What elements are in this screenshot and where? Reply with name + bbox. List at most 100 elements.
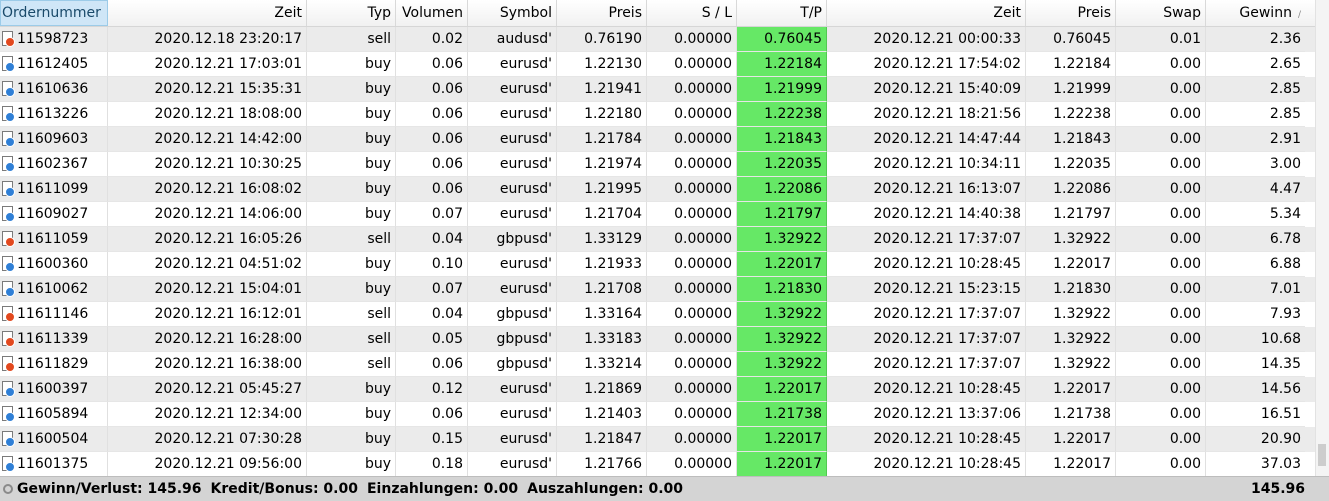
- row-order-cell[interactable]: 11609027: [0, 202, 108, 227]
- row-order-cell[interactable]: 11613226: [0, 102, 108, 127]
- table-row[interactable]: 11605894 2020.12.21 12:34:00 buy 0.06 eurusd…: [0, 402, 1316, 427]
- row-open-time: 2020.12.21 17:03:01: [108, 52, 307, 77]
- row-order-cell[interactable]: 11605894: [0, 402, 108, 427]
- row-profit: 6.78: [1206, 227, 1305, 252]
- row-symbol: gbpusd': [468, 352, 557, 377]
- col-header-profit[interactable]: Gewinn ∕: [1206, 0, 1305, 26]
- table-row[interactable]: 11611099 2020.12.21 16:08:02 buy 0.06 eurusd…: [0, 177, 1316, 202]
- row-order-cell[interactable]: 11611339: [0, 327, 108, 352]
- col-header-swap[interactable]: Swap: [1116, 0, 1206, 26]
- row-type: buy: [307, 52, 396, 77]
- col-header-close-time[interactable]: Zeit: [827, 0, 1026, 26]
- row-order-number: 11611059: [17, 230, 89, 247]
- row-order-cell[interactable]: 11602367: [0, 152, 108, 177]
- row-volume: 0.12: [396, 377, 468, 402]
- row-profit: 2.91: [1206, 127, 1305, 152]
- order-buy-icon: [2, 456, 15, 472]
- row-order-number: 11610062: [17, 280, 89, 297]
- row-open-time: 2020.12.21 10:30:25: [108, 152, 307, 177]
- table-row[interactable]: 11610062 2020.12.21 15:04:01 buy 0.07 eurusd…: [0, 277, 1316, 302]
- row-swap: 0.00: [1116, 302, 1206, 327]
- row-order-cell[interactable]: 11609603: [0, 127, 108, 152]
- row-order-cell[interactable]: 11598723: [0, 27, 108, 52]
- order-sell-icon: [2, 31, 15, 47]
- credit-summary: Kredit/Bonus: 0.00: [210, 481, 358, 497]
- row-stop-loss: 0.00000: [647, 152, 737, 177]
- table-row[interactable]: 11600397 2020.12.21 05:45:27 buy 0.12 eurusd…: [0, 377, 1316, 402]
- table-row[interactable]: 11600504 2020.12.21 07:30:28 buy 0.15 eurusd…: [0, 427, 1316, 452]
- table-row[interactable]: 11611059 2020.12.21 16:05:26 sell 0.04 gbpus…: [0, 227, 1316, 252]
- col-header-type[interactable]: Typ: [307, 0, 396, 26]
- row-order-cell[interactable]: 11610636: [0, 77, 108, 102]
- table-row[interactable]: 11613226 2020.12.21 18:08:00 buy 0.06 eurusd…: [0, 102, 1316, 127]
- order-buy-icon: [2, 406, 15, 422]
- row-volume: 0.07: [396, 277, 468, 302]
- col-header-open-price[interactable]: Preis: [557, 0, 647, 26]
- row-stop-loss: 0.00000: [647, 102, 737, 127]
- col-header-stop-loss[interactable]: S / L: [647, 0, 737, 26]
- col-header-close-price[interactable]: Preis: [1026, 0, 1116, 26]
- row-stop-loss: 0.00000: [647, 427, 737, 452]
- table-row[interactable]: 11600360 2020.12.21 04:51:02 buy 0.10 eurusd…: [0, 252, 1316, 277]
- row-order-cell[interactable]: 11612405: [0, 52, 108, 77]
- row-volume: 0.06: [396, 52, 468, 77]
- row-take-profit: 1.21999: [737, 77, 827, 102]
- row-order-number: 11598723: [17, 30, 89, 47]
- col-header-symbol[interactable]: Symbol: [468, 0, 557, 26]
- order-buy-icon: [2, 381, 15, 397]
- row-symbol: eurusd': [468, 102, 557, 127]
- table-row[interactable]: 11598723 2020.12.18 23:20:17 sell 0.02 audus…: [0, 27, 1316, 52]
- order-sell-icon: [2, 356, 15, 372]
- table-row[interactable]: 11610636 2020.12.21 15:35:31 buy 0.06 eurusd…: [0, 77, 1316, 102]
- row-close-price: 1.21738: [1026, 402, 1116, 427]
- row-profit: 2.85: [1206, 102, 1305, 127]
- row-close-time: 2020.12.21 17:37:07: [827, 327, 1026, 352]
- row-symbol: eurusd': [468, 402, 557, 427]
- row-order-cell[interactable]: 11600504: [0, 427, 108, 452]
- row-close-time: 2020.12.21 17:37:07: [827, 352, 1026, 377]
- table-row[interactable]: 11611829 2020.12.21 16:38:00 sell 0.06 gbpus…: [0, 352, 1316, 377]
- table-row[interactable]: 11611339 2020.12.21 16:28:00 sell 0.05 gbpus…: [0, 327, 1316, 352]
- order-buy-icon: [2, 81, 15, 97]
- row-volume: 0.02: [396, 27, 468, 52]
- row-order-cell[interactable]: 11611059: [0, 227, 108, 252]
- row-order-number: 11611099: [17, 180, 89, 197]
- row-open-price: 1.33164: [557, 302, 647, 327]
- table-row[interactable]: 11601375 2020.12.21 09:56:00 buy 0.18 eurusd…: [0, 452, 1316, 477]
- row-order-cell[interactable]: 11610062: [0, 277, 108, 302]
- withdrawals-summary: Auszahlungen: 0.00: [527, 481, 684, 497]
- col-header-take-profit[interactable]: T/P: [737, 0, 827, 26]
- row-order-cell[interactable]: 11611829: [0, 352, 108, 377]
- row-close-time: 2020.12.21 10:28:45: [827, 427, 1026, 452]
- row-volume: 0.06: [396, 77, 468, 102]
- table-row[interactable]: 11612405 2020.12.21 17:03:01 buy 0.06 eurusd…: [0, 52, 1316, 77]
- row-order-cell[interactable]: 11600397: [0, 377, 108, 402]
- col-header-open-time[interactable]: Zeit: [108, 0, 307, 26]
- row-stop-loss: 0.00000: [647, 402, 737, 427]
- row-take-profit: 1.22086: [737, 177, 827, 202]
- row-swap: 0.00: [1116, 177, 1206, 202]
- table-row[interactable]: 11602367 2020.12.21 10:30:25 buy 0.06 eurusd…: [0, 152, 1316, 177]
- row-open-time: 2020.12.18 23:20:17: [108, 27, 307, 52]
- col-header-order[interactable]: Ordernummer: [0, 0, 108, 26]
- vertical-scrollbar[interactable]: [1315, 0, 1329, 476]
- table-row[interactable]: 11609027 2020.12.21 14:06:00 buy 0.07 eurusd…: [0, 202, 1316, 227]
- row-order-cell[interactable]: 11611099: [0, 177, 108, 202]
- row-take-profit: 1.32922: [737, 352, 827, 377]
- row-volume: 0.04: [396, 227, 468, 252]
- row-stop-loss: 0.00000: [647, 77, 737, 102]
- row-type: buy: [307, 202, 396, 227]
- row-type: buy: [307, 152, 396, 177]
- row-open-price: 1.22180: [557, 102, 647, 127]
- row-type: sell: [307, 327, 396, 352]
- table-row[interactable]: 11611146 2020.12.21 16:12:01 sell 0.04 gbpus…: [0, 302, 1316, 327]
- scrollbar-thumb[interactable]: [1318, 444, 1326, 466]
- row-order-cell[interactable]: 11601375: [0, 452, 108, 477]
- row-order-cell[interactable]: 11611146: [0, 302, 108, 327]
- row-stop-loss: 0.00000: [647, 177, 737, 202]
- table-row[interactable]: 11609603 2020.12.21 14:42:00 buy 0.06 eurusd…: [0, 127, 1316, 152]
- col-header-volume[interactable]: Volumen: [396, 0, 468, 26]
- row-open-price: 1.21403: [557, 402, 647, 427]
- row-type: sell: [307, 352, 396, 377]
- row-order-cell[interactable]: 11600360: [0, 252, 108, 277]
